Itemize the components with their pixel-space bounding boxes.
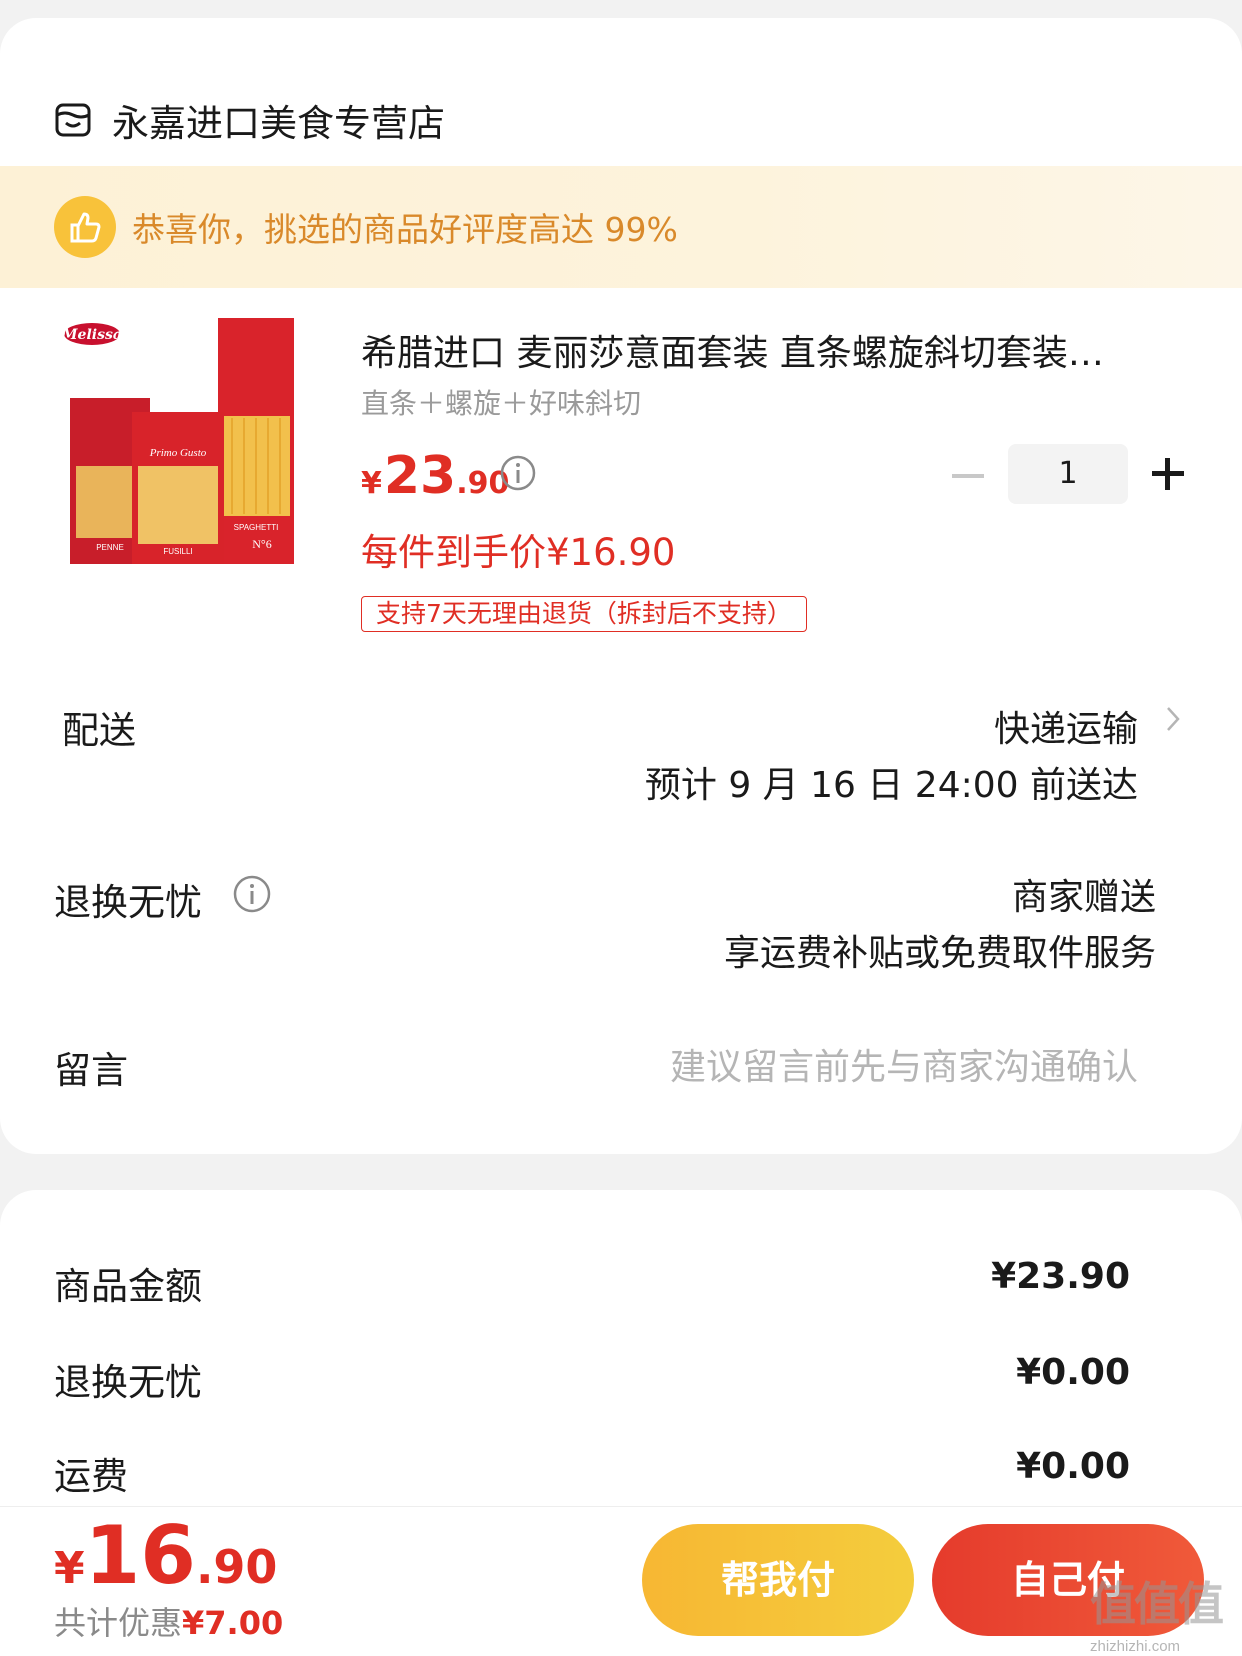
discount-label: 共计优惠: [54, 1604, 183, 1642]
product-image-label-fusilli: FUSILLI: [163, 547, 192, 556]
delivery-method[interactable]: 快递运输: [994, 700, 1138, 752]
quantity-decrease-button[interactable]: [952, 474, 984, 478]
thumbs-up-icon: [54, 196, 116, 258]
unit-final-price: 每件到手价¥16.90: [361, 531, 676, 574]
message-label: 留言: [54, 1049, 128, 1092]
summary-returns-value: ¥0.00: [1016, 1352, 1130, 1393]
total-decimal: .90: [195, 1540, 278, 1594]
watermark-logo: 值值值: [1090, 1577, 1224, 1631]
price-integer: 23: [383, 446, 457, 506]
rating-banner: 恭喜你，挑选的商品好评度高达 99%: [0, 166, 1242, 288]
product-image-label-primo: Primo Gusto: [149, 447, 207, 459]
returns-value: 商家赠送: [1011, 877, 1156, 918]
chevron-right-icon[interactable]: [1166, 706, 1180, 732]
store-header[interactable]: 永嘉进口美食专营店: [54, 90, 445, 150]
summary-shipping-label: 运费: [54, 1455, 128, 1498]
product-variant[interactable]: 直条＋螺旋＋好味斜切: [361, 382, 641, 422]
delivery-label: 配送: [62, 709, 136, 752]
product-image[interactable]: Melissa SPAGHETTI N°6 PENNE Primo Gusto …: [62, 316, 314, 598]
quantity-input[interactable]: 1: [1008, 444, 1128, 504]
message-input[interactable]: 建议留言前先与商家沟通确认: [670, 1038, 1138, 1090]
refund-policy-tag: 支持7天无理由退货（拆封后不支持）: [361, 596, 807, 632]
price-info-icon[interactable]: [499, 454, 537, 492]
discount-summary: 共计优惠¥7.00: [54, 1598, 283, 1644]
product-price: ¥ 23 .90: [361, 446, 509, 506]
discount-amount: ¥7.00: [182, 1604, 284, 1642]
product-image-label-spaghetti: SPAGHETTI: [234, 523, 279, 532]
total-symbol: ¥: [54, 1543, 85, 1594]
returns-desc: 享运费补贴或免费取件服务: [723, 933, 1156, 974]
store-name: 永嘉进口美食专营店: [112, 102, 445, 145]
delivery-eta: 预计 9 月 16 日 24:00 前送达: [644, 765, 1138, 806]
help-pay-button[interactable]: 帮我付: [642, 1524, 914, 1636]
watermark: 值值值 zhizhizhi.com: [1090, 1568, 1238, 1655]
summary-returns-label: 退换无忧: [54, 1361, 202, 1404]
quantity-increase-button[interactable]: [1152, 458, 1184, 490]
banner-text: 恭喜你，挑选的商品好评度高达 99%: [132, 210, 678, 249]
returns-label: 退换无忧: [54, 881, 202, 924]
product-image-label-no6: N°6: [252, 537, 271, 551]
price-symbol: ¥: [361, 466, 382, 501]
summary-goods-label: 商品金额: [54, 1265, 202, 1308]
summary-shipping-value: ¥0.00: [1016, 1446, 1130, 1487]
total-price: ¥ 16 .90: [54, 1516, 277, 1596]
watermark-url: zhizhizhi.com: [1090, 1638, 1181, 1655]
product-image-label-penne: PENNE: [96, 543, 124, 552]
summary-goods-value: ¥23.90: [991, 1256, 1130, 1297]
product-title[interactable]: 希腊进口 麦丽莎意面套装 直条螺旋斜切套装…: [361, 324, 1191, 376]
returns-info-icon[interactable]: [232, 874, 272, 914]
product-image-brand: Melissa: [62, 327, 122, 343]
store-icon: [55, 103, 91, 137]
total-integer: 16: [84, 1509, 196, 1602]
